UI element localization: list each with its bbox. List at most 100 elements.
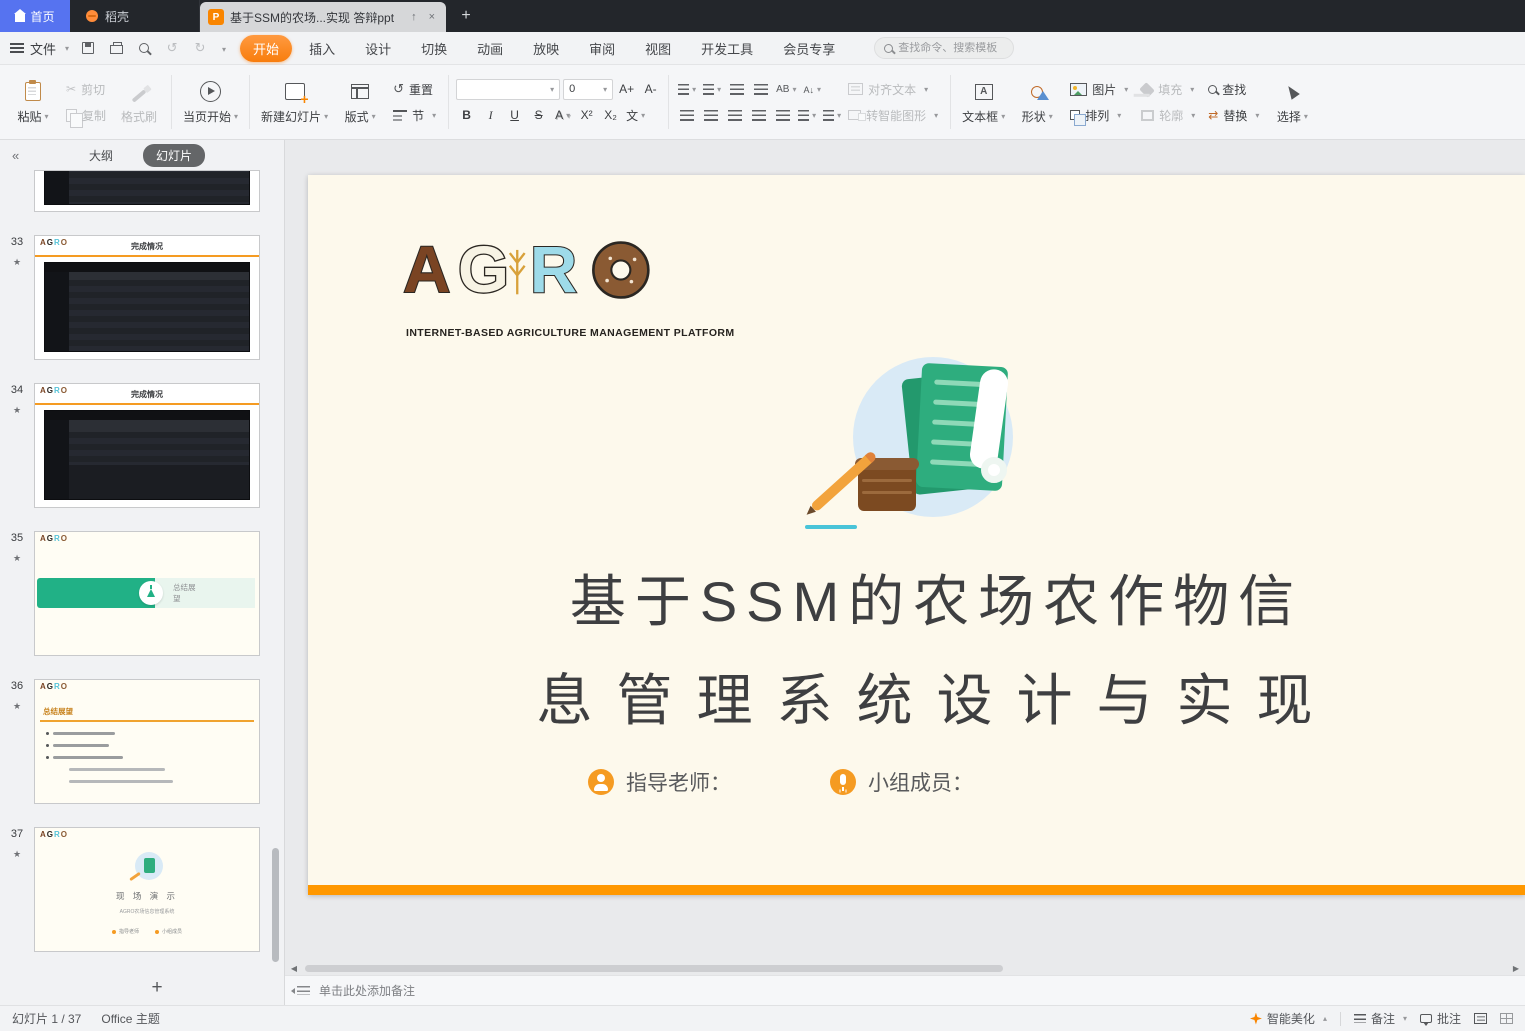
- slide-illustration[interactable]: [805, 357, 1013, 529]
- convert-smartart-button[interactable]: 转智能图形: [843, 105, 943, 126]
- outline-tab[interactable]: 大纲: [79, 144, 123, 167]
- file-menu-button[interactable]: 文件: [10, 39, 69, 58]
- quick-access-more-button[interactable]: [219, 39, 226, 57]
- tab-review[interactable]: 审阅: [576, 35, 628, 62]
- slide-thumbnail[interactable]: AGRO 完成情况: [34, 235, 260, 360]
- save-button[interactable]: [79, 39, 97, 57]
- agro-logo[interactable]: A G R: [403, 233, 678, 307]
- arrange-button[interactable]: 排列: [1065, 105, 1133, 126]
- normal-view-button[interactable]: [1474, 1013, 1487, 1024]
- pin-window-icon[interactable]: ↑: [408, 9, 420, 25]
- subscript-button[interactable]: X₂: [600, 105, 621, 126]
- shapes-button[interactable]: 形状: [1012, 70, 1062, 134]
- cut-button[interactable]: 剪切: [61, 79, 111, 100]
- strikethrough-button[interactable]: S: [528, 105, 549, 126]
- text-direction-button[interactable]: AB: [774, 79, 798, 100]
- align-center-button[interactable]: [700, 105, 721, 126]
- underline-button[interactable]: U: [504, 105, 525, 126]
- tab-design[interactable]: 设计: [352, 35, 404, 62]
- distribute-button[interactable]: [772, 105, 793, 126]
- team-credit[interactable]: 小组成员：: [830, 767, 973, 797]
- advisor-credit[interactable]: 指导老师：: [588, 767, 731, 797]
- replace-button[interactable]: 替换: [1203, 105, 1264, 126]
- select-button[interactable]: 选择: [1267, 70, 1317, 134]
- collapse-panel-button[interactable]: «: [12, 148, 19, 163]
- slides-tab[interactable]: 幻灯片: [143, 143, 206, 167]
- superscript-button[interactable]: X²: [576, 105, 597, 126]
- notes-pane[interactable]: 单击此处添加备注: [285, 975, 1525, 1005]
- format-painter-button[interactable]: 格式刷: [114, 70, 164, 134]
- outline-button[interactable]: 轮廓: [1136, 105, 1200, 126]
- picture-button[interactable]: 图片: [1065, 79, 1133, 100]
- docer-tab[interactable]: 稻壳: [70, 0, 200, 32]
- tab-insert[interactable]: 插入: [296, 35, 348, 62]
- reset-button[interactable]: 重置: [388, 79, 441, 100]
- decrease-indent-button[interactable]: [726, 79, 747, 100]
- svg-text:G: G: [458, 233, 509, 306]
- tab-member[interactable]: 会员专享: [770, 35, 848, 62]
- tab-home-ribbon[interactable]: 开始: [240, 34, 293, 62]
- notes-toggle-button[interactable]: 备注: [1353, 1010, 1407, 1027]
- bold-button[interactable]: B: [456, 105, 477, 126]
- justify-button[interactable]: [748, 105, 769, 126]
- tab-devtools[interactable]: 开发工具: [688, 35, 766, 62]
- print-preview-button[interactable]: [135, 39, 153, 57]
- decrease-font-button[interactable]: A-: [640, 79, 661, 100]
- slide-thumbnail[interactable]: [34, 170, 260, 212]
- align-right-button[interactable]: [724, 105, 745, 126]
- align-text-button[interactable]: 对齐文本: [843, 79, 943, 100]
- slide-thumbnail[interactable]: AGRO 完成情况: [34, 383, 260, 508]
- logo-tagline[interactable]: INTERNET-BASED AGRICULTURE MANAGEMENT PL…: [406, 327, 735, 339]
- font-size-combo[interactable]: 0: [563, 78, 614, 100]
- slide-sorter-view-button[interactable]: [1500, 1013, 1513, 1024]
- increase-font-button[interactable]: A+: [616, 79, 637, 100]
- command-search[interactable]: [874, 37, 1015, 59]
- search-input[interactable]: [898, 42, 1005, 54]
- find-button[interactable]: 查找: [1203, 79, 1264, 100]
- text-shadow-button[interactable]: A: [552, 105, 573, 126]
- smart-beautify-button[interactable]: 智能美化: [1249, 1010, 1327, 1027]
- scroll-left-icon[interactable]: ◀: [288, 964, 300, 973]
- tab-view[interactable]: 视图: [632, 35, 684, 62]
- columns-button[interactable]: [821, 105, 843, 126]
- section-button[interactable]: 节: [388, 105, 441, 126]
- redo-button[interactable]: ↻: [191, 39, 209, 57]
- layout-button[interactable]: 版式: [335, 70, 385, 134]
- increase-indent-button[interactable]: [750, 79, 771, 100]
- line-spacing-button[interactable]: [796, 105, 818, 126]
- horizontal-scrollbar[interactable]: ◀ ▶: [285, 961, 1525, 975]
- new-tab-button[interactable]: +: [446, 0, 486, 32]
- tab-transition[interactable]: 切换: [408, 35, 460, 62]
- sidebar-scrollbar-thumb[interactable]: [272, 848, 279, 962]
- comments-button[interactable]: 批注: [1419, 1010, 1461, 1027]
- hscroll-thumb[interactable]: [305, 964, 1004, 972]
- close-tab-icon[interactable]: ×: [426, 9, 438, 25]
- tab-slideshow[interactable]: 放映: [520, 35, 572, 62]
- tab-animation[interactable]: 动画: [464, 35, 516, 62]
- paste-button[interactable]: 粘贴: [8, 70, 58, 134]
- slide-title[interactable]: 基于SSM的农场农作物信 息管理系统设计与实现: [348, 557, 1525, 737]
- fill-button[interactable]: 填充: [1136, 79, 1200, 100]
- slide-thumbnail[interactable]: AGRO 总结展望: [34, 531, 260, 656]
- copy-button[interactable]: 复制: [61, 105, 111, 128]
- numbered-list-button[interactable]: [701, 79, 723, 100]
- italic-button[interactable]: I: [480, 105, 501, 126]
- bullet-list-button[interactable]: [676, 79, 698, 100]
- undo-button[interactable]: ↺: [163, 39, 181, 57]
- slide-thumbnail[interactable]: AGRO 总结展望: [34, 679, 260, 804]
- slide-thumbnail[interactable]: AGRO 现 场 演 示 AGRO农场信息管理系统 指导老师 小组成员: [34, 827, 260, 952]
- document-tab[interactable]: P 基于SSM的农场...实现 答辩ppt ↑ ×: [200, 2, 446, 32]
- theme-button[interactable]: Office 主题: [101, 1010, 159, 1027]
- text-box-button[interactable]: 文本框: [958, 70, 1009, 134]
- add-slide-button[interactable]: +: [0, 971, 284, 1005]
- text-sort-button[interactable]: [802, 79, 824, 100]
- align-left-button[interactable]: [676, 105, 697, 126]
- scroll-right-icon[interactable]: ▶: [1510, 964, 1522, 973]
- highlight-color-button[interactable]: 文: [624, 105, 647, 126]
- font-name-combo[interactable]: [456, 78, 561, 100]
- new-slide-button[interactable]: 新建幻灯片: [257, 70, 332, 134]
- current-slide[interactable]: A G R INTERNET-BASED AGRICULTURE MANAGEM…: [308, 175, 1525, 895]
- home-tab[interactable]: 首页: [0, 0, 70, 32]
- print-button[interactable]: [107, 39, 125, 57]
- start-from-current-button[interactable]: 当页开始: [179, 70, 242, 134]
